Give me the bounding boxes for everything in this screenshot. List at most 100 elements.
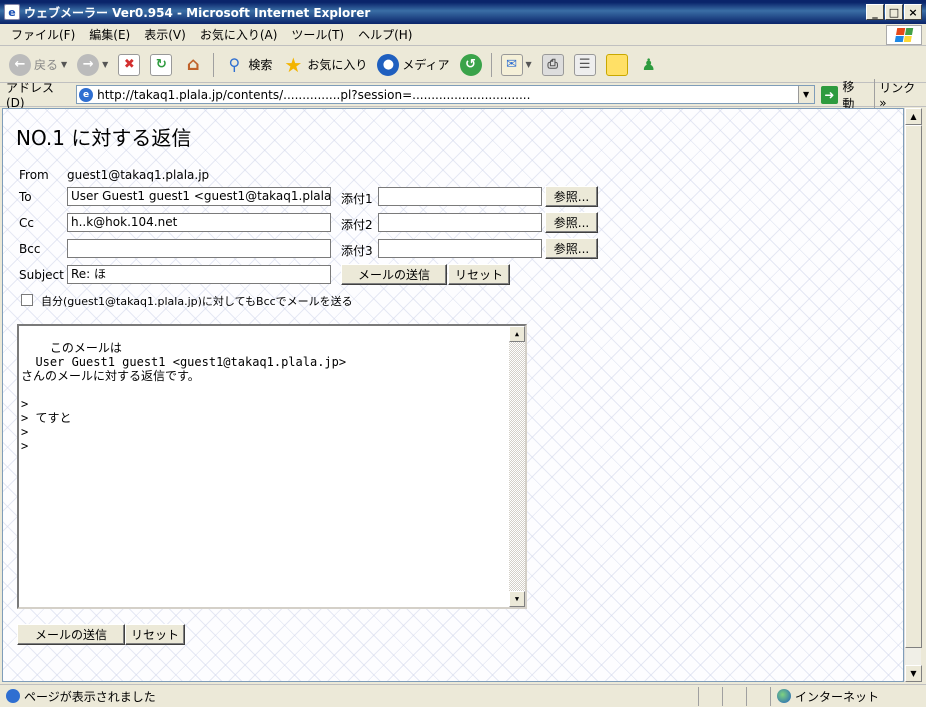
bcc-input[interactable] xyxy=(67,239,331,258)
attach3-input[interactable] xyxy=(378,239,542,258)
page-scrollbar[interactable]: ▲ ▼ xyxy=(904,108,922,682)
toolbar: ← 戻る ▼ → ▼ ✖ ↻ ⌂ ⚲ 検索 ★ お気に入り ● メディア ↺ ✉… xyxy=(0,47,926,83)
media-globe-icon: ● xyxy=(377,53,400,76)
reset-button-bottom[interactable]: リセット xyxy=(125,624,185,645)
address-input[interactable]: e http://takaq1.plala.jp/contents/......… xyxy=(76,85,815,104)
stop-button[interactable]: ✖ xyxy=(115,50,143,80)
media-label: メディア xyxy=(402,58,450,72)
mail-dropdown-icon[interactable]: ▼ xyxy=(526,60,532,69)
send-button-bottom[interactable]: メールの送信 xyxy=(17,624,125,645)
page-content: NO.1 に対する返信 From guest1@takaq1.plala.jp … xyxy=(2,108,904,682)
star-icon: ★ xyxy=(284,52,303,77)
windows-logo-icon xyxy=(886,25,922,45)
toolbar-separator xyxy=(213,52,215,77)
maximize-button[interactable]: □ xyxy=(885,4,903,20)
menu-edit[interactable]: 編集(E) xyxy=(82,26,137,43)
menu-tools[interactable]: ツール(T) xyxy=(284,26,351,43)
attach2-input[interactable] xyxy=(378,213,542,232)
messenger-icon: ♟ xyxy=(641,55,656,74)
go-button[interactable]: ➜ 移動 xyxy=(820,78,867,112)
attach2-label: 添付2 xyxy=(341,218,373,232)
attach1-input[interactable] xyxy=(378,187,542,206)
to-label: To xyxy=(19,190,32,204)
search-button[interactable]: ⚲ 検索 xyxy=(220,50,275,80)
textarea-scrollbar[interactable]: ▲ ▼ xyxy=(509,326,525,607)
textarea-scroll-down-icon[interactable]: ▼ xyxy=(509,591,525,607)
to-input[interactable]: User Guest1 guest1 <guest1@takaq1.plala.… xyxy=(67,187,331,206)
subject-input[interactable]: Re: ほ xyxy=(67,265,331,284)
zone-label: インターネット xyxy=(795,689,880,704)
print-icon: ⎙ xyxy=(541,53,564,76)
cc-label: Cc xyxy=(19,216,34,230)
favorites-button[interactable]: ★ お気に入り xyxy=(279,50,370,80)
status-cell xyxy=(722,686,746,706)
menu-view[interactable]: 表示(V) xyxy=(137,26,193,43)
print-button[interactable]: ⎙ xyxy=(539,50,567,80)
attach1-label: 添付1 xyxy=(341,192,373,206)
favorites-label: お気に入り xyxy=(307,58,368,72)
history-icon: ↺ xyxy=(459,53,482,76)
subject-label: Subject xyxy=(19,268,64,282)
minimize-button[interactable]: _ xyxy=(866,4,884,20)
menu-help[interactable]: ヘルプ(H) xyxy=(351,26,419,43)
refresh-button[interactable]: ↻ xyxy=(147,50,175,80)
bcc-self-checkbox[interactable] xyxy=(21,294,33,306)
cc-input[interactable]: h..k@hok.104.net xyxy=(67,213,331,232)
status-cell xyxy=(746,686,770,706)
back-dropdown-icon[interactable]: ▼ xyxy=(61,60,67,69)
send-button-top[interactable]: メールの送信 xyxy=(341,264,447,285)
bcc-self-label: 自分(guest1@takaq1.plala.jp)に対してもBccでメールを送… xyxy=(41,295,353,308)
address-url: http://takaq1.plala.jp/contents/........… xyxy=(97,87,531,102)
close-button[interactable]: × xyxy=(904,4,922,20)
attach3-label: 添付3 xyxy=(341,244,373,258)
mail-button[interactable]: ✉ ▼ xyxy=(498,50,535,80)
menu-favorites[interactable]: お気に入り(A) xyxy=(193,26,285,43)
from-label: From xyxy=(19,168,49,182)
back-arrow-icon: ← xyxy=(9,53,31,76)
stop-icon: ✖ xyxy=(118,53,141,76)
footer-link[interactable]: ........................... xyxy=(665,675,759,681)
status-bar: ページが表示されました インターネット xyxy=(0,684,926,707)
security-zone: インターネット xyxy=(770,686,910,706)
go-label: 移動 xyxy=(842,79,855,111)
back-button[interactable]: ← 戻る ▼ xyxy=(6,50,70,80)
scroll-down-icon[interactable]: ▼ xyxy=(905,665,922,682)
address-label: アドレス(D) xyxy=(6,81,55,110)
scroll-thumb[interactable] xyxy=(905,125,922,648)
attach3-browse-button[interactable]: 参照... xyxy=(545,238,598,259)
address-dropdown-icon[interactable]: ▼ xyxy=(797,86,814,103)
back-label: 戻る xyxy=(34,58,59,72)
toolbar-separator xyxy=(490,52,492,77)
edit-button[interactable]: ☰ xyxy=(571,50,599,80)
status-cell xyxy=(698,686,722,706)
status-text: ページが表示されました xyxy=(24,689,156,704)
menu-file[interactable]: ファイル(F) xyxy=(4,26,82,43)
links-label: リンク xyxy=(879,81,916,95)
edit-icon: ☰ xyxy=(573,53,596,76)
reset-button-top[interactable]: リセット xyxy=(448,264,510,285)
discuss-button[interactable] xyxy=(603,50,631,80)
attach2-browse-button[interactable]: 参照... xyxy=(545,212,598,233)
window-title: ウェブメーラー Ver0.954 - Microsoft Internet Ex… xyxy=(24,5,371,20)
forward-dropdown-icon[interactable]: ▼ xyxy=(102,60,108,69)
search-icon: ⚲ xyxy=(228,55,241,74)
resize-grip-icon[interactable] xyxy=(910,687,926,706)
go-arrow-icon: ➜ xyxy=(820,85,839,104)
page-status-icon xyxy=(6,689,20,703)
ie-page-icon: e xyxy=(4,4,20,20)
links-button[interactable]: リンク » xyxy=(874,79,926,110)
refresh-icon: ↻ xyxy=(150,53,173,76)
forward-button[interactable]: → ▼ xyxy=(74,50,111,80)
ie-page-icon: e xyxy=(79,87,94,102)
message-body-textarea[interactable]: このメールは User Guest1 guest1 <guest1@takaq1… xyxy=(17,324,527,609)
scroll-up-icon[interactable]: ▲ xyxy=(905,108,922,125)
home-button[interactable]: ⌂ xyxy=(179,50,207,80)
attach1-browse-button[interactable]: 参照... xyxy=(545,186,598,207)
messenger-button[interactable]: ♟ xyxy=(635,50,663,80)
home-icon: ⌂ xyxy=(186,54,200,75)
history-button[interactable]: ↺ xyxy=(457,50,485,80)
menu-bar: ファイル(F) 編集(E) 表示(V) お気に入り(A) ツール(T) ヘルプ(… xyxy=(0,24,926,46)
forward-arrow-icon: → xyxy=(77,53,100,76)
media-button[interactable]: ● メディア xyxy=(374,50,452,80)
textarea-scroll-up-icon[interactable]: ▲ xyxy=(509,326,525,342)
